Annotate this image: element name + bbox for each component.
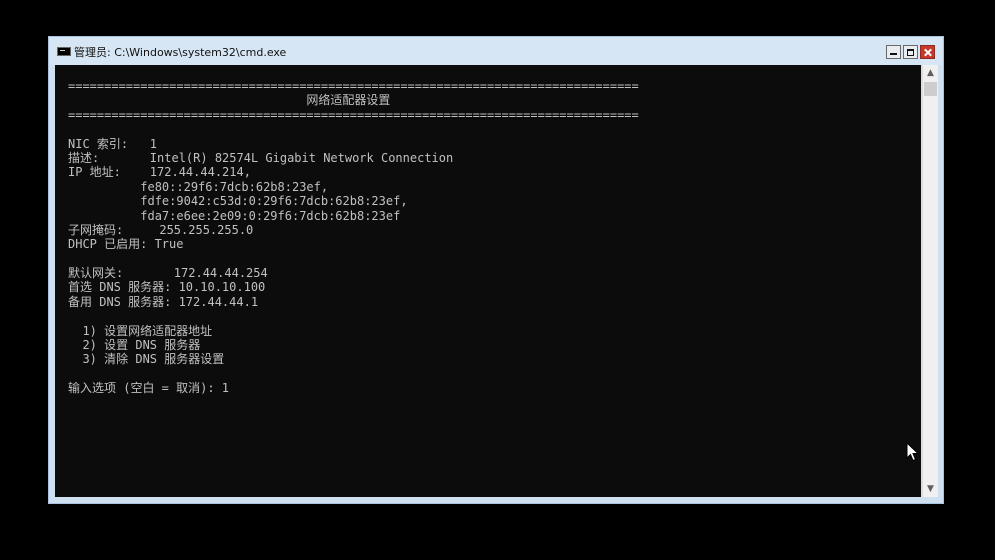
console-line-subnet-mask: 子网掩码: 255.255.255.0: [68, 222, 254, 237]
console-line-separator-bottom: ========================================…: [68, 107, 639, 122]
console-line-description: 描述: Intel(R) 82574L Gigabit Network Conn…: [68, 150, 454, 165]
console-line-blank: [68, 252, 639, 266]
console-line-ipv6-2: fdfe:9042:c53d:0:29f6:7dcb:62b8:23ef,: [68, 194, 408, 209]
scroll-down-button[interactable]: ▼: [923, 481, 938, 497]
console-line-blank: [68, 122, 639, 136]
title-bar[interactable]: 管理员: C:\Windows\system32\cmd.exe: [49, 37, 943, 65]
window-title: 管理员: C:\Windows\system32\cmd.exe: [74, 46, 287, 59]
scrollbar-thumb[interactable]: [924, 82, 937, 96]
console-line-alternate-dns: 备用 DNS 服务器: 172.44.44.1: [68, 294, 259, 309]
console-line-blank: [68, 367, 639, 381]
menu-option-clear-dns-settings: 3) 清除 DNS 服务器设置: [68, 352, 225, 367]
close-button[interactable]: [920, 45, 935, 59]
console-line-heading: 网络适配器设置: [68, 93, 391, 108]
mouse-pointer-icon: [906, 442, 920, 462]
console-line-nic-index: NIC 索引: 1: [68, 136, 158, 151]
menu-option-set-adapter-address: 1) 设置网络适配器地址: [68, 323, 213, 338]
vertical-scrollbar[interactable]: ▲ ▼: [922, 65, 938, 497]
menu-option-set-dns-server: 2) 设置 DNS 服务器: [68, 338, 201, 353]
console-line-ip-address: IP 地址: 172.44.44.214,: [68, 165, 251, 180]
minimize-button[interactable]: [886, 45, 901, 59]
console-line-blank: [68, 309, 639, 323]
console-input-prompt[interactable]: 输入选项 (空白 = 取消): 1: [68, 381, 639, 395]
chevron-down-icon: ▼: [927, 484, 934, 494]
cmd-window: 管理员: C:\Windows\system32\cmd.exe =======…: [48, 36, 944, 504]
console-line-ipv6-3: fda7:e6ee:2e09:0:29f6:7dcb:62b8:23ef: [68, 208, 401, 223]
console-output-area[interactable]: ========================================…: [55, 65, 921, 497]
maximize-button[interactable]: [903, 45, 918, 59]
console-line-default-gateway: 默认网关: 172.44.44.254: [68, 266, 268, 281]
console-line-separator-top: ========================================…: [68, 79, 639, 93]
scroll-up-button[interactable]: ▲: [923, 65, 938, 81]
console-text: ========================================…: [68, 79, 639, 396]
chevron-up-icon: ▲: [927, 68, 934, 78]
console-line-preferred-dns: 首选 DNS 服务器: 10.10.10.100: [68, 280, 266, 295]
cmd-app-icon[interactable]: [57, 47, 71, 56]
console-line-dhcp: DHCP 已启用: True: [68, 237, 184, 252]
console-line-ipv6-1: fe80::29f6:7dcb:62b8:23ef,: [68, 179, 329, 194]
